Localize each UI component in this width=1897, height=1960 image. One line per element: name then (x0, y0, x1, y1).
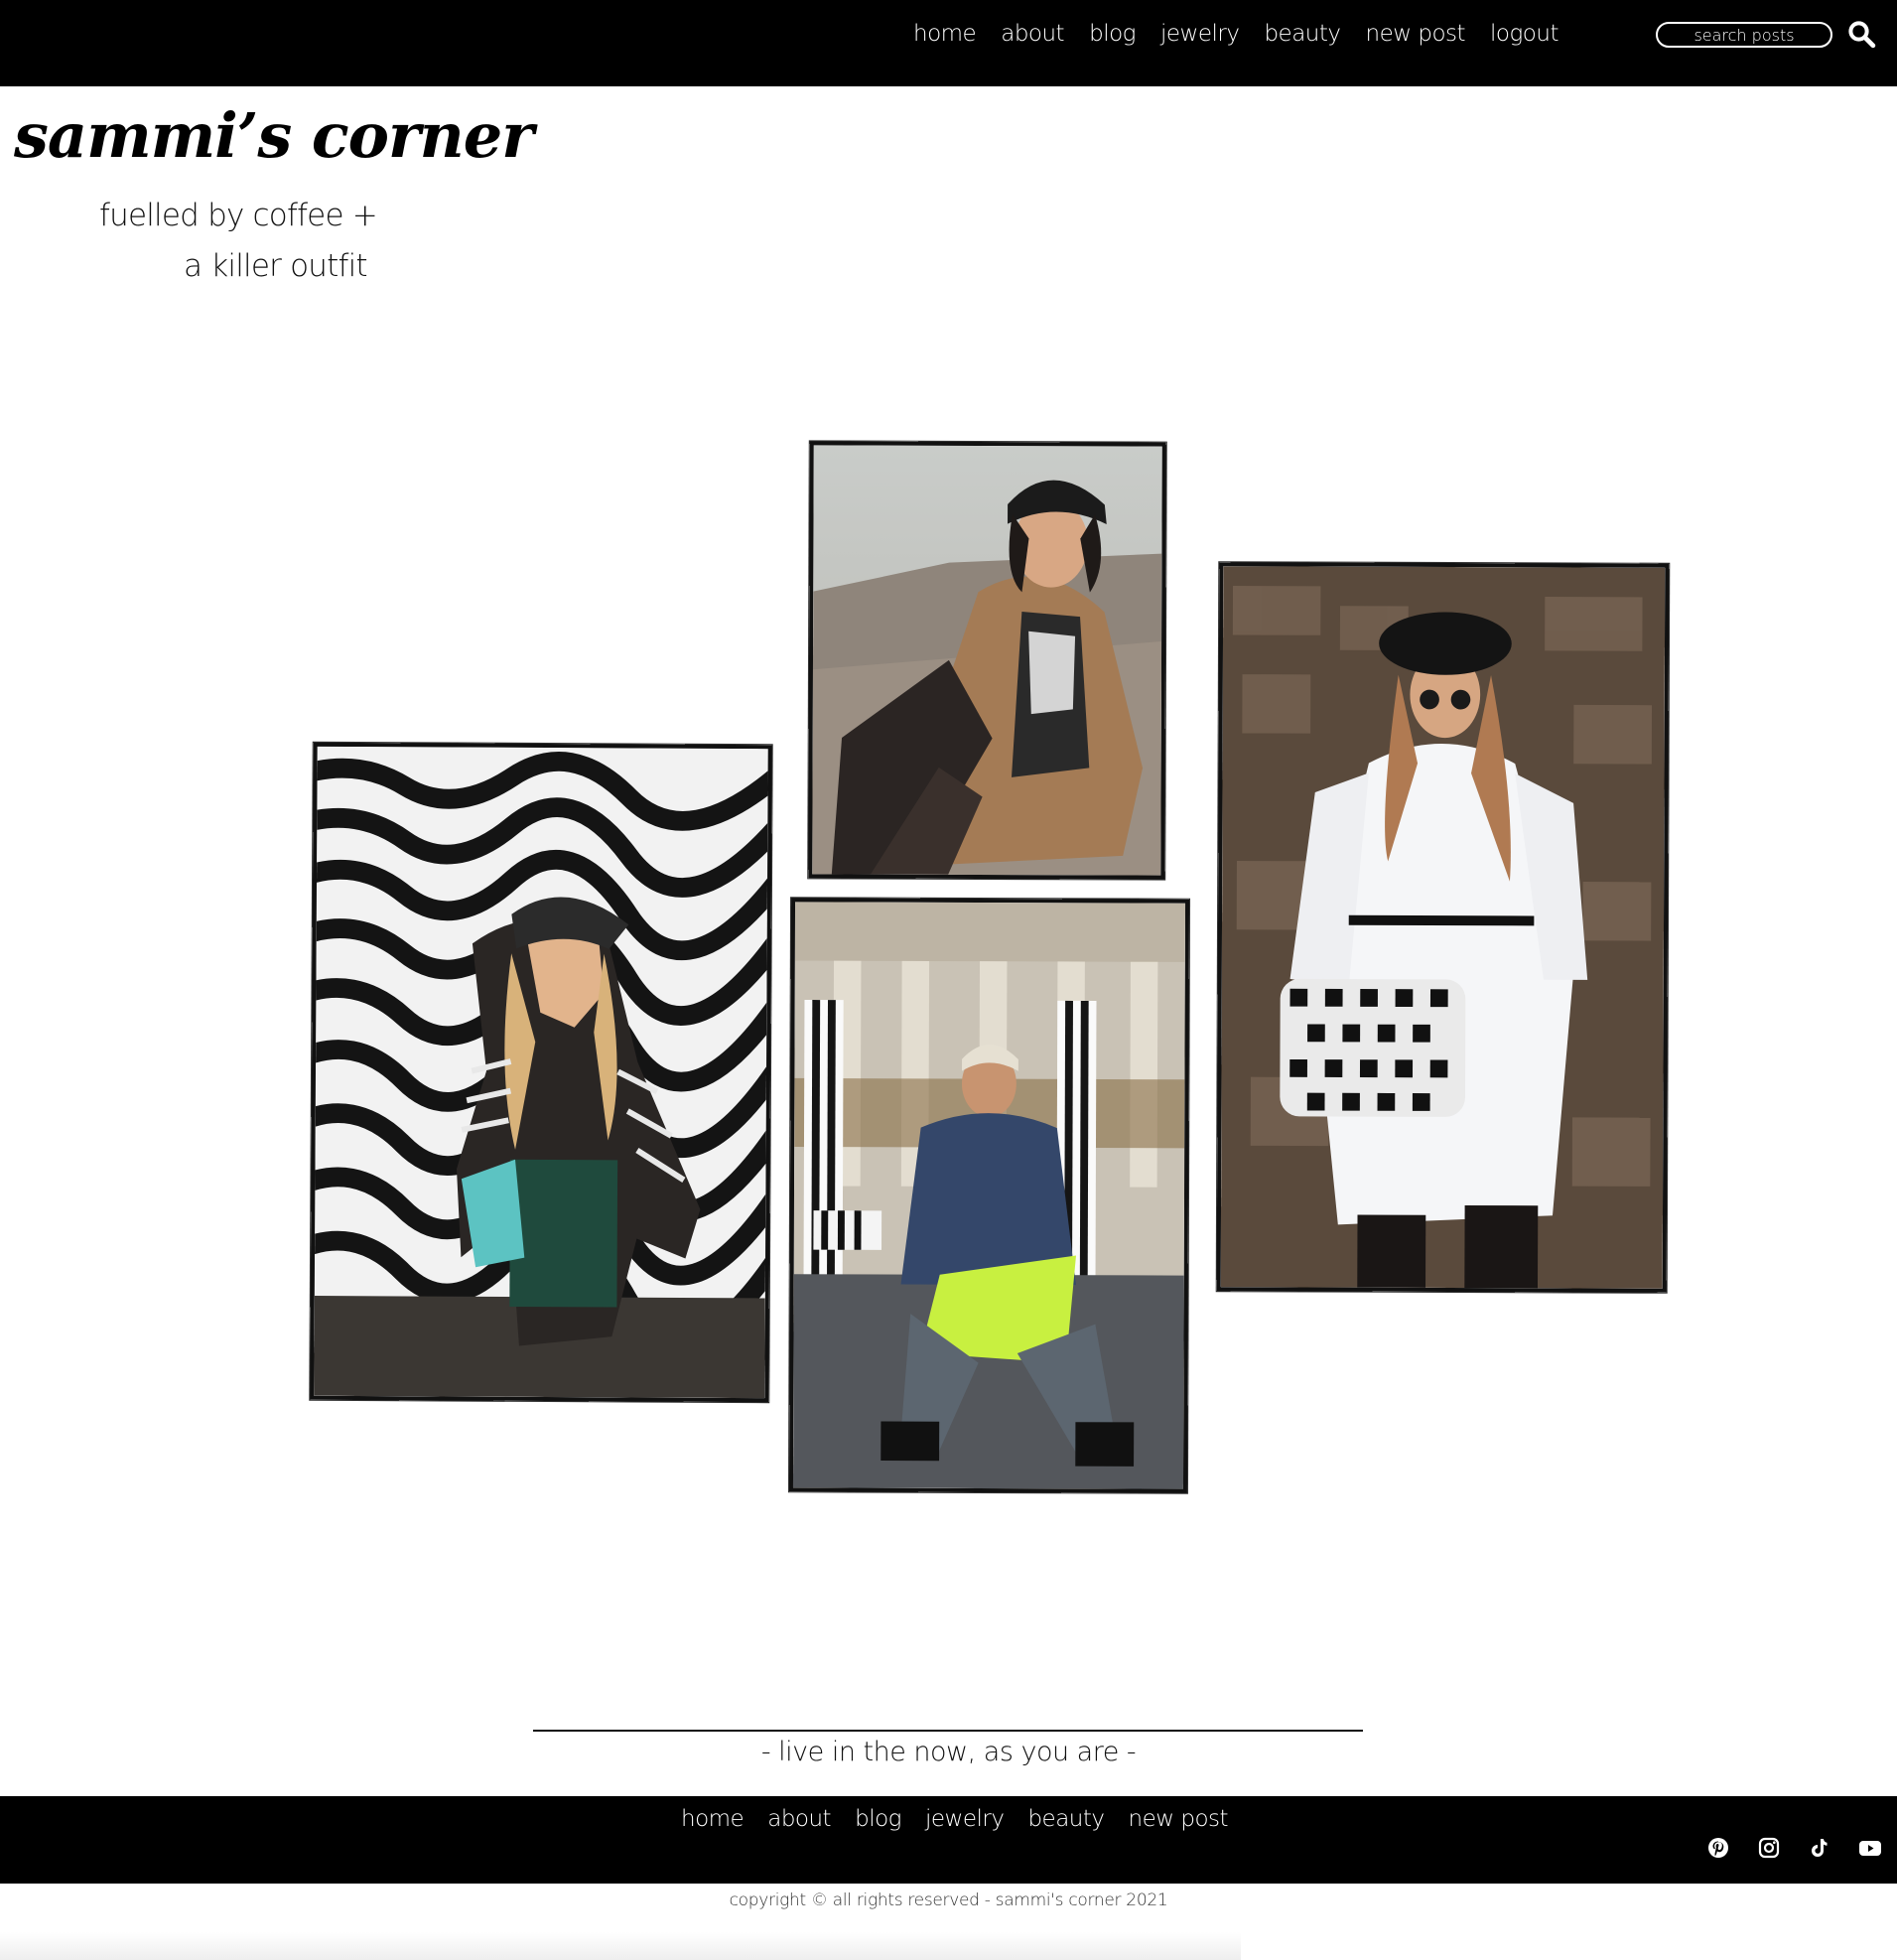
quote-divider (533, 1730, 1363, 1732)
site-title: sammi’s corner (14, 99, 534, 172)
photo-stone-wall-image (1220, 566, 1666, 1289)
footer-new-post-link[interactable]: new post (1129, 1803, 1229, 1835)
tiktok-icon (1812, 1839, 1828, 1857)
youtube-icon (1859, 1841, 1881, 1856)
footer-jewelry-link[interactable]: jewelry (925, 1803, 1005, 1835)
tagline-line-1: fuelled by coffee + (99, 198, 378, 233)
footer-nav-links: home about blog jewelry beauty new post (681, 1803, 1252, 1835)
search-icon (1848, 21, 1876, 49)
footer-blog-link[interactable]: blog (855, 1803, 901, 1835)
photo-striped-mural-image (314, 746, 768, 1399)
search-input[interactable] (1656, 22, 1832, 48)
instagram-icon (1758, 1837, 1780, 1859)
top-navbar: home about blog jewelry beauty new post … (0, 0, 1897, 86)
gallery-photo-striped-mural[interactable] (310, 742, 772, 1403)
search-button[interactable] (1846, 19, 1876, 49)
tagline-line-2: a killer outfit (184, 248, 368, 284)
nav-jewelry-link[interactable]: jewelry (1160, 18, 1240, 50)
nav-beauty-link[interactable]: beauty (1264, 18, 1341, 50)
footer-home-link[interactable]: home (681, 1803, 745, 1835)
footer-bar: home about blog jewelry beauty new post (0, 1796, 1897, 1884)
footer-about-link[interactable]: about (767, 1803, 831, 1835)
nav-blog-link[interactable]: blog (1089, 18, 1136, 50)
photo-columns-image (792, 902, 1186, 1489)
copyright-text: copyright © all rights reserved - sammi'… (729, 1890, 1168, 1910)
youtube-link[interactable] (1858, 1836, 1882, 1860)
gallery-photo-stone-wall[interactable] (1216, 562, 1670, 1293)
gallery-photo-beach[interactable] (808, 441, 1166, 880)
instagram-link[interactable] (1757, 1836, 1781, 1860)
photo-beach-image (812, 445, 1162, 876)
quote-text: - live in the now, as you are - (760, 1737, 1137, 1767)
footer-beauty-link[interactable]: beauty (1027, 1803, 1105, 1835)
nav-logout-link[interactable]: logout (1490, 18, 1558, 50)
top-nav-links: home about blog jewelry beauty new post … (913, 18, 1583, 50)
bottom-edge-shade (0, 1932, 1241, 1960)
gallery-photo-columns[interactable] (788, 898, 1190, 1493)
nav-new-post-link[interactable]: new post (1366, 18, 1466, 50)
pinterest-icon (1708, 1838, 1728, 1858)
nav-home-link[interactable]: home (913, 18, 977, 50)
tiktok-link[interactable] (1807, 1836, 1830, 1860)
pinterest-link[interactable] (1706, 1836, 1730, 1860)
nav-about-link[interactable]: about (1001, 18, 1064, 50)
